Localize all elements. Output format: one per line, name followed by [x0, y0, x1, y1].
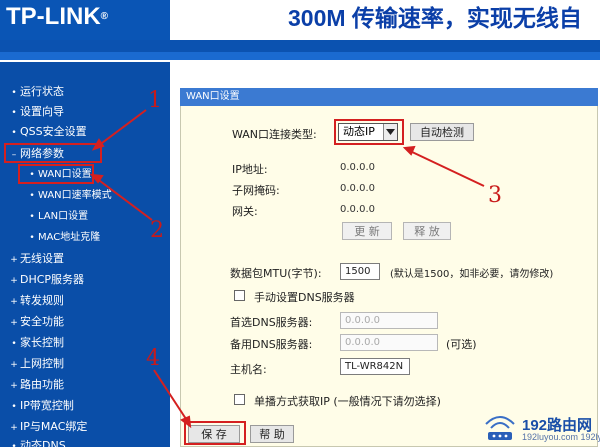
watermark: 192路由网 192luyou.com 192ly.com	[482, 412, 600, 444]
watermark-subtext: 192luyou.com 192ly.com	[522, 432, 600, 442]
annotation-number-1: 1	[148, 88, 162, 113]
arrow-2	[95, 177, 153, 221]
annotation-number-2: 2	[150, 218, 164, 243]
annotation-number-3: 3	[488, 183, 502, 208]
arrow-3	[409, 150, 485, 187]
arrow-1	[97, 109, 147, 147]
arrow-4	[153, 369, 189, 423]
wifi-router-icon	[485, 416, 515, 440]
annotation-arrows	[89, 109, 485, 429]
annotation-number-4: 4	[146, 346, 160, 371]
